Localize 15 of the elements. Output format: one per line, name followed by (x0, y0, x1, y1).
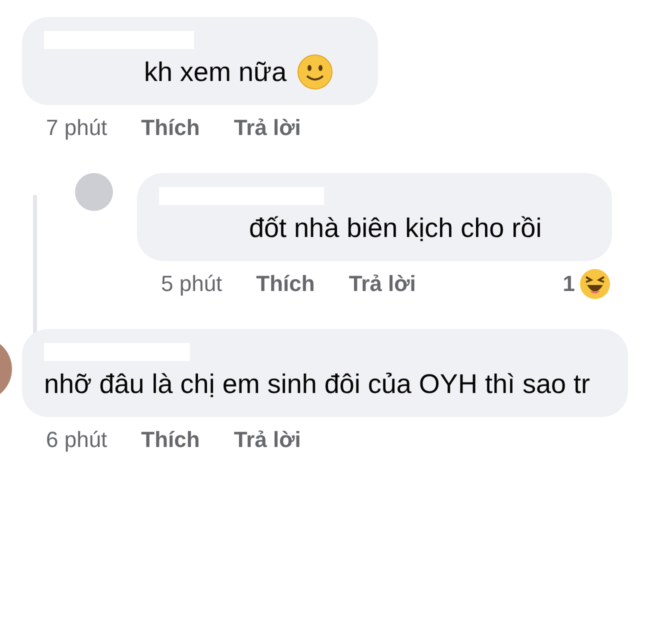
comment-time: 7 phút (46, 115, 108, 141)
like-link[interactable]: Thích (141, 427, 200, 453)
like-link[interactable]: Thích (256, 271, 315, 297)
reply-link[interactable]: Trả lời (234, 115, 301, 141)
comment-text: đốt nhà biên kịch cho rồi (249, 212, 542, 245)
comment-text: nhỡ đâu là chị em sinh đôi của OYH thì sao tr (44, 368, 590, 401)
comment-time: 5 phút (161, 271, 222, 297)
smiley-icon (296, 54, 333, 90)
reply-link[interactable]: Trả lời (348, 271, 416, 297)
laughing-icon (579, 268, 611, 300)
like-link[interactable]: Thích (141, 115, 200, 141)
comment-text: kh xem nữa (144, 56, 287, 89)
reply-link[interactable]: Trả lời (234, 427, 301, 453)
comment-time: 6 phút (46, 427, 108, 453)
reaction-count: 1 (562, 271, 575, 297)
